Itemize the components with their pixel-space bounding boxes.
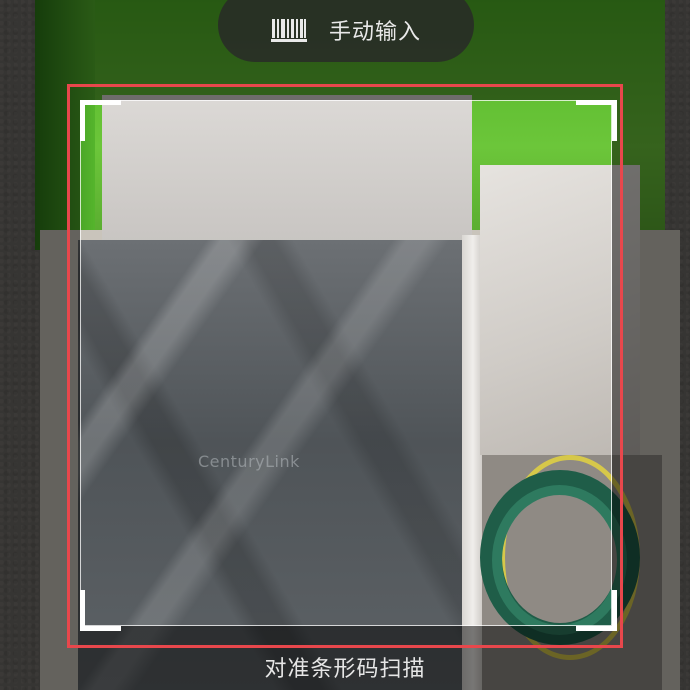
barcode-icon: [270, 19, 307, 42]
scan-hint-text: 对准条形码扫描: [264, 657, 426, 682]
manual-input-button[interactable]: 手动输入: [218, 0, 474, 62]
overlay-dim-right: [612, 100, 690, 626]
manual-input-label: 手动输入: [328, 20, 421, 45]
scan-highlight-box: [67, 84, 623, 648]
